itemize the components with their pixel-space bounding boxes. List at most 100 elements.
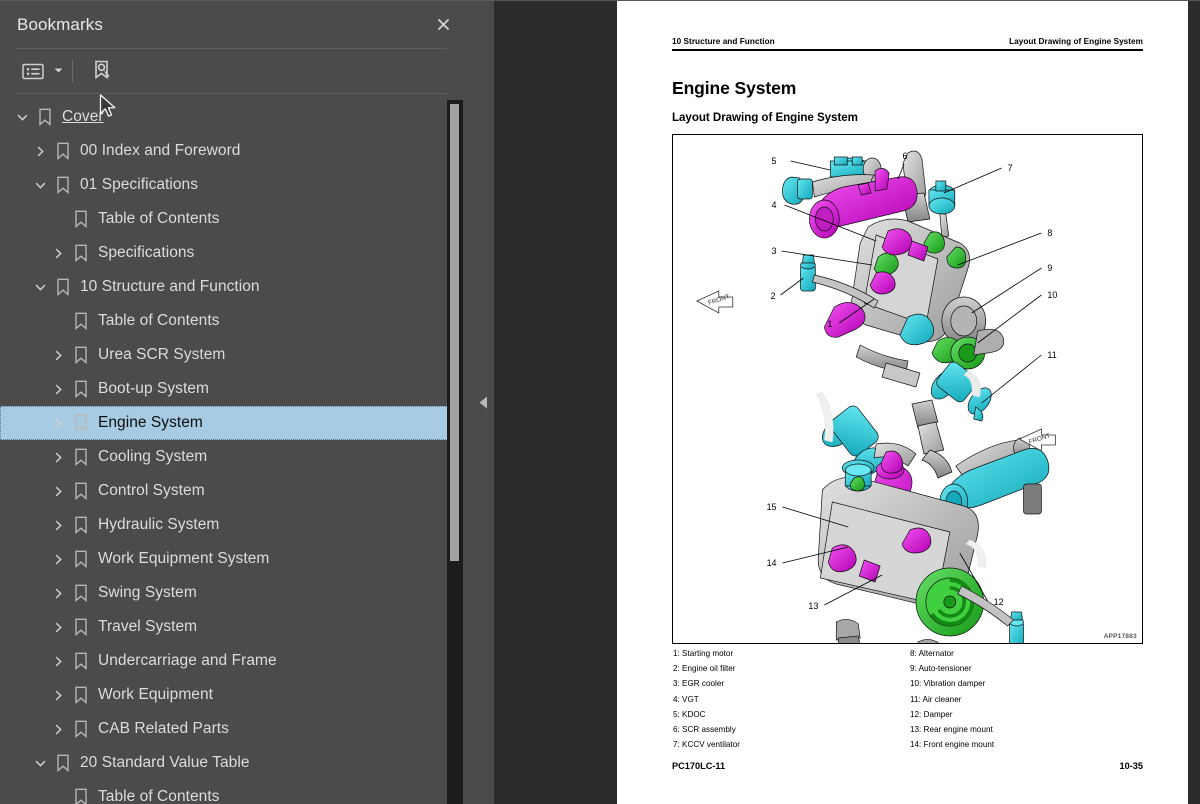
bookmark-icon	[69, 780, 93, 804]
bookmark-icon	[69, 712, 93, 746]
bookmark-item[interactable]: Boot-up System	[0, 372, 450, 406]
chevron-right-icon[interactable]	[47, 338, 69, 372]
bookmark-item[interactable]: CAB Related Parts	[0, 712, 450, 746]
bookmark-item-label: CAB Related Parts	[98, 720, 229, 737]
legend-column-right: 8: Alternator 9: Auto-tensioner 10: Vibrat…	[908, 646, 1145, 752]
chevron-right-icon[interactable]	[47, 644, 69, 678]
bookmark-item[interactable]: Table of Contents	[0, 780, 450, 804]
bookmark-icon	[69, 236, 93, 270]
bookmark-icon	[69, 440, 93, 474]
bookmarks-tree[interactable]: Cover 00 Index and Foreword 01 Specificati…	[0, 100, 450, 804]
legend-item: 5: KDOC	[673, 709, 706, 719]
bookmark-icon	[69, 644, 93, 678]
bookmark-item-label: 00 Index and Foreword	[80, 142, 241, 159]
legend-item: 1: Starting motor	[673, 649, 734, 658]
svg-text:10: 10	[1047, 290, 1057, 300]
page-footer: PC170LC-11 10-35	[672, 761, 1143, 771]
bookmark-item[interactable]: 10 Structure and Function	[0, 270, 450, 304]
bookmark-item-label: Work Equipment System	[98, 550, 270, 567]
bookmark-item[interactable]: Work Equipment System	[0, 542, 450, 576]
list-options-icon[interactable]	[16, 56, 50, 86]
chevron-right-icon[interactable]	[47, 440, 69, 474]
legend-column-left: 1: Starting motor 2: Engine oil filter 3: …	[673, 646, 908, 752]
bookmark-item[interactable]: Cover	[0, 100, 450, 134]
svg-text:13: 13	[808, 601, 818, 611]
bookmark-item[interactable]: 00 Index and Foreword	[0, 134, 450, 168]
bookmark-icon	[69, 610, 93, 644]
bookmark-item[interactable]: 01 Specifications	[0, 168, 450, 202]
engine-layout-diagram: FRONT 5 6 7 4 3 2 1 8 9 10 11 FRONT 15 1…	[696, 150, 1057, 643]
bookmark-item[interactable]: Control System	[0, 474, 450, 508]
bookmark-item[interactable]: Work Equipment	[0, 678, 450, 712]
svg-text:9: 9	[1047, 263, 1052, 273]
chevron-right-icon[interactable]	[47, 406, 69, 440]
pdf-viewer-canvas[interactable]: 10 Structure and Function Layout Drawing…	[494, 0, 1200, 804]
svg-text:4: 4	[772, 200, 777, 210]
bookmark-item-label: Table of Contents	[98, 788, 220, 804]
panel-title: Bookmarks	[17, 14, 103, 34]
bookmark-item[interactable]: Table of Contents	[0, 304, 450, 338]
chevron-down-icon[interactable]	[50, 56, 66, 86]
svg-text:14: 14	[767, 558, 777, 568]
bookmark-item-label: Travel System	[98, 618, 198, 635]
chevron-down-icon[interactable]	[29, 270, 51, 304]
chevron-right-icon[interactable]	[47, 576, 69, 610]
bookmark-item[interactable]: 20 Standard Value Table	[0, 746, 450, 780]
bookmark-item-label: 10 Structure and Function	[80, 278, 260, 295]
bookmark-item-label: Cooling System	[98, 448, 208, 465]
chevron-right-icon[interactable]	[47, 474, 69, 508]
bookmark-item-label: Work Equipment	[98, 686, 213, 703]
footer-page-number: 10-35	[1119, 761, 1144, 771]
find-bookmark-icon[interactable]	[86, 56, 120, 86]
bookmark-item[interactable]: Cooling System	[0, 440, 450, 474]
chevron-down-icon[interactable]	[29, 168, 51, 202]
chevron-right-icon[interactable]	[47, 542, 69, 576]
triangle-left-icon[interactable]	[476, 392, 490, 414]
close-icon[interactable]	[430, 12, 456, 38]
bookmark-item[interactable]: Swing System	[0, 576, 450, 610]
legend-item: 10: Vibration damper	[910, 679, 986, 689]
legend-item: 11: Air cleaner	[910, 694, 962, 704]
bookmark-item-label: Cover	[62, 108, 104, 125]
front-arrow-top: FRONT	[696, 290, 734, 314]
bookmarks-toolbar	[0, 48, 472, 93]
bookmark-item-label: Swing System	[98, 584, 197, 601]
running-head-left: 10 Structure and Function	[672, 37, 775, 46]
bookmarks-scrollbar[interactable]	[447, 100, 463, 804]
chevron-right-icon[interactable]	[47, 508, 69, 542]
chevron-right-icon[interactable]	[47, 236, 69, 270]
chevron-down-icon[interactable]	[11, 100, 33, 134]
page-title: Engine System	[672, 78, 797, 98]
bookmark-item[interactable]: Travel System	[0, 610, 450, 644]
bookmarks-scrollbar-thumb[interactable]	[450, 104, 459, 561]
bookmark-icon	[51, 270, 75, 304]
chevron-right-icon[interactable]	[47, 678, 69, 712]
figure-box: FRONT 5 6 7 4 3 2 1 8 9 10 11 FRONT 15 1…	[672, 134, 1143, 644]
toolbar-separator	[72, 59, 73, 82]
bookmark-item[interactable]: Table of Contents	[0, 202, 450, 236]
svg-text:15: 15	[767, 502, 777, 512]
panel-divider	[472, 0, 494, 804]
bookmark-icon	[33, 100, 57, 134]
bookmark-icon	[69, 678, 93, 712]
bookmark-item[interactable]: Engine System	[0, 406, 450, 440]
chevron-down-icon[interactable]	[29, 746, 51, 780]
bookmark-item[interactable]: Hydraulic System	[0, 508, 450, 542]
bookmark-item[interactable]: Undercarriage and Frame	[0, 644, 450, 678]
bookmark-icon	[51, 168, 75, 202]
chevron-right-icon[interactable]	[29, 134, 51, 168]
chevron-right-icon[interactable]	[47, 610, 69, 644]
bookmark-item[interactable]: Urea SCR System	[0, 338, 450, 372]
bookmarks-panel-header: Bookmarks	[0, 1, 472, 48]
bookmark-icon	[69, 576, 93, 610]
bookmark-item[interactable]: Specifications	[0, 236, 450, 270]
chevron-right-icon[interactable]	[47, 712, 69, 746]
bookmark-item-label: Urea SCR System	[98, 346, 226, 363]
svg-text:8: 8	[1047, 228, 1052, 238]
bookmark-icon	[69, 542, 93, 576]
figure-legend: 1: Starting motor 2: Engine oil filter 3: …	[673, 646, 1143, 752]
svg-text:11: 11	[1047, 350, 1056, 360]
legend-item: 2: Engine oil filter	[673, 664, 736, 674]
running-head: 10 Structure and Function Layout Drawing…	[672, 37, 1143, 46]
chevron-right-icon[interactable]	[47, 372, 69, 406]
